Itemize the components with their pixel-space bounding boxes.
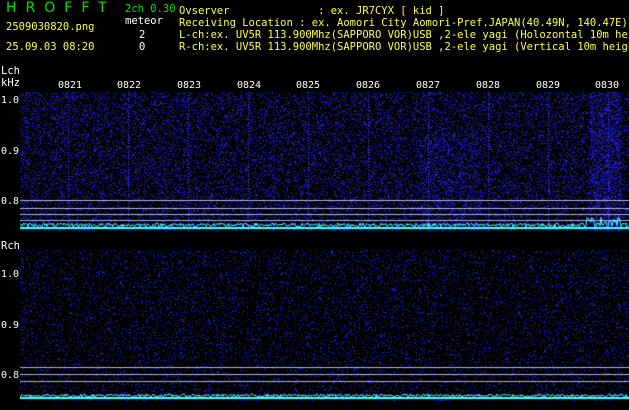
lch-info: L-ch:ex. UV5R 113.900Mhz(SAPPORO VOR)USB… [179,29,629,41]
khz-unit-label: kHz [1,77,20,89]
timestamp-label: 25.09.03 08:20 [6,41,95,53]
time-tick: 0821 [58,80,83,91]
app-title: HROFFT [6,0,116,16]
observer-info: Ovserver : ex. JR7CYX [ kid ] [179,5,445,17]
time-tick: 0829 [536,80,561,91]
time-tick: 0826 [356,80,381,91]
time-tick: 0828 [476,80,501,91]
rch-freq-tick: 0.8 [1,370,20,381]
time-tick: 0823 [177,80,202,91]
rch-info: R-ch:ex. UV5R 113.900Mhz(SAPPORO VOR)USB… [179,41,629,53]
version-label: 2ch 0.30 [125,3,176,15]
lch-freq-tick: 0.9 [1,146,20,157]
time-tick: 0822 [117,80,142,91]
time-tick: 0830 [595,80,620,91]
lch-label: Lch [1,65,20,77]
rch-spectrogram [20,250,629,401]
rch-freq-tick: 1.0 [1,269,20,280]
location-info: Receiving Location : ex. Aomori City Aom… [179,17,628,29]
lch-freq-tick: 1.0 [1,95,20,106]
time-tick: 0825 [296,80,321,91]
lch-freq-tick: 0.8 [1,196,20,207]
time-tick: 0824 [237,80,262,91]
time-tick: 0827 [416,80,441,91]
filename-label: 2509030820.png [6,21,95,33]
rch-meteor-count: 0 [139,41,146,53]
lch-meteor-count: 2 [139,29,146,41]
meteor-label: meteor [125,15,163,27]
rch-freq-tick: 0.9 [1,320,20,331]
rch-label: Rch [1,240,20,252]
lch-spectrogram [20,92,629,231]
